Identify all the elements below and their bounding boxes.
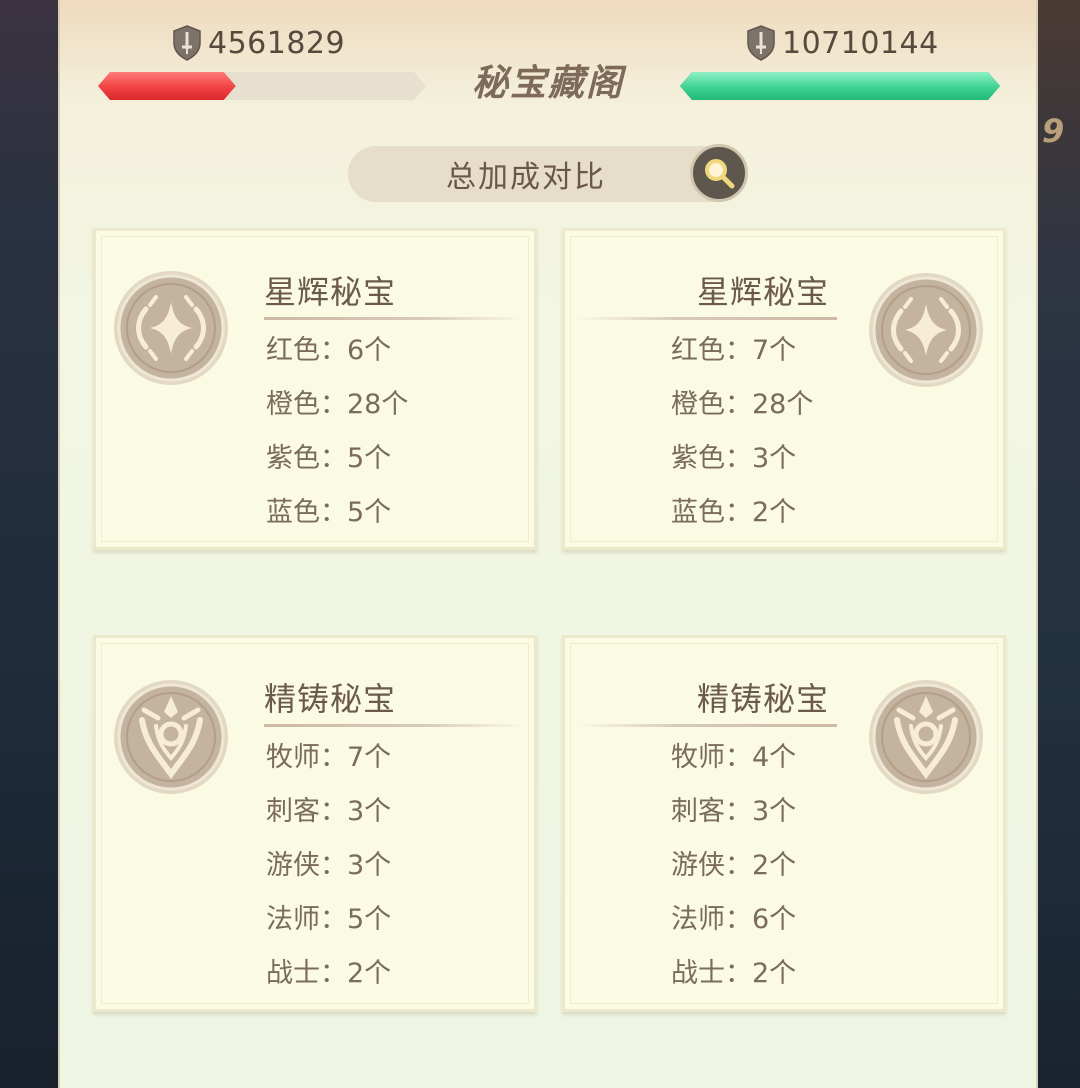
stat-blue: 蓝色：5个 [266, 497, 392, 528]
starlight-emblem-icon [867, 271, 985, 389]
stat-orange: 橙色：28个 [266, 389, 409, 420]
stat-purple: 紫色：5个 [266, 443, 392, 474]
forged-treasure-card-left: 精铸秘宝 牧师：7个 刺客：3个 游侠：3个 法师：5个 战士：2个 [93, 635, 537, 1012]
starlight-emblem-icon [112, 269, 230, 387]
stat-ranger: 游侠：3个 [266, 850, 392, 881]
stat-list: 牧师：4个 刺客：3个 游侠：2个 法师：6个 战士：2个 [671, 738, 796, 1008]
forged-emblem-icon [112, 678, 230, 796]
stat-red: 红色：6个 [266, 335, 392, 366]
stat-list: 红色：6个 橙色：28个 紫色：5个 蓝色：5个 [266, 331, 408, 547]
treasure-pavilion-panel: 4561829 10710144 秘宝藏阁 总加成对比 星辉秘宝 红色：6个 橙… [58, 0, 1038, 1088]
card-title: 星辉秘宝 [264, 273, 397, 311]
card-title: 星辉秘宝 [697, 273, 830, 311]
stat-mage: 法师：5个 [266, 904, 392, 935]
forged-treasure-card-right: 精铸秘宝 牧师：4个 刺客：3个 游侠：2个 法师：6个 战士：2个 [562, 635, 1006, 1012]
stat-red: 红色：7个 [671, 335, 797, 366]
stat-assassin: 刺客：3个 [266, 796, 392, 827]
stat-assassin: 刺客：3个 [671, 796, 797, 827]
card-title: 精铸秘宝 [264, 680, 397, 718]
stat-ranger: 游侠：2个 [671, 850, 797, 881]
divider [575, 317, 837, 320]
forged-emblem-icon [867, 678, 985, 796]
divider [575, 724, 837, 727]
background-left-edge [0, 0, 58, 1088]
divider [264, 317, 526, 320]
stat-priest: 牧师：7个 [266, 742, 392, 773]
background-right-edge: 9 [1038, 0, 1080, 1088]
stat-priest: 牧师：4个 [671, 742, 797, 773]
stat-warrior: 战士：2个 [266, 958, 392, 989]
stat-blue: 蓝色：2个 [671, 497, 797, 528]
search-icon[interactable] [690, 144, 748, 202]
total-bonus-compare-button[interactable]: 总加成对比 [348, 144, 748, 202]
starlight-treasure-card-left: 星辉秘宝 红色：6个 橙色：28个 紫色：5个 蓝色：5个 [93, 228, 537, 550]
stat-mage: 法师：6个 [671, 904, 797, 935]
stat-purple: 紫色：3个 [671, 443, 797, 474]
stat-warrior: 战士：2个 [671, 958, 797, 989]
page-title: 秘宝藏阁 [471, 63, 624, 104]
divider [264, 724, 526, 727]
stat-list: 红色：7个 橙色：28个 紫色：3个 蓝色：2个 [671, 331, 813, 547]
compare-button-label: 总加成对比 [446, 160, 606, 195]
card-title: 精铸秘宝 [697, 680, 830, 718]
stat-orange: 橙色：28个 [671, 389, 814, 420]
starlight-treasure-card-right: 星辉秘宝 红色：7个 橙色：28个 紫色：3个 蓝色：2个 [562, 228, 1006, 550]
stat-list: 牧师：7个 刺客：3个 游侠：3个 法师：5个 战士：2个 [266, 738, 391, 1008]
background-digit: 9 [1042, 112, 1065, 150]
